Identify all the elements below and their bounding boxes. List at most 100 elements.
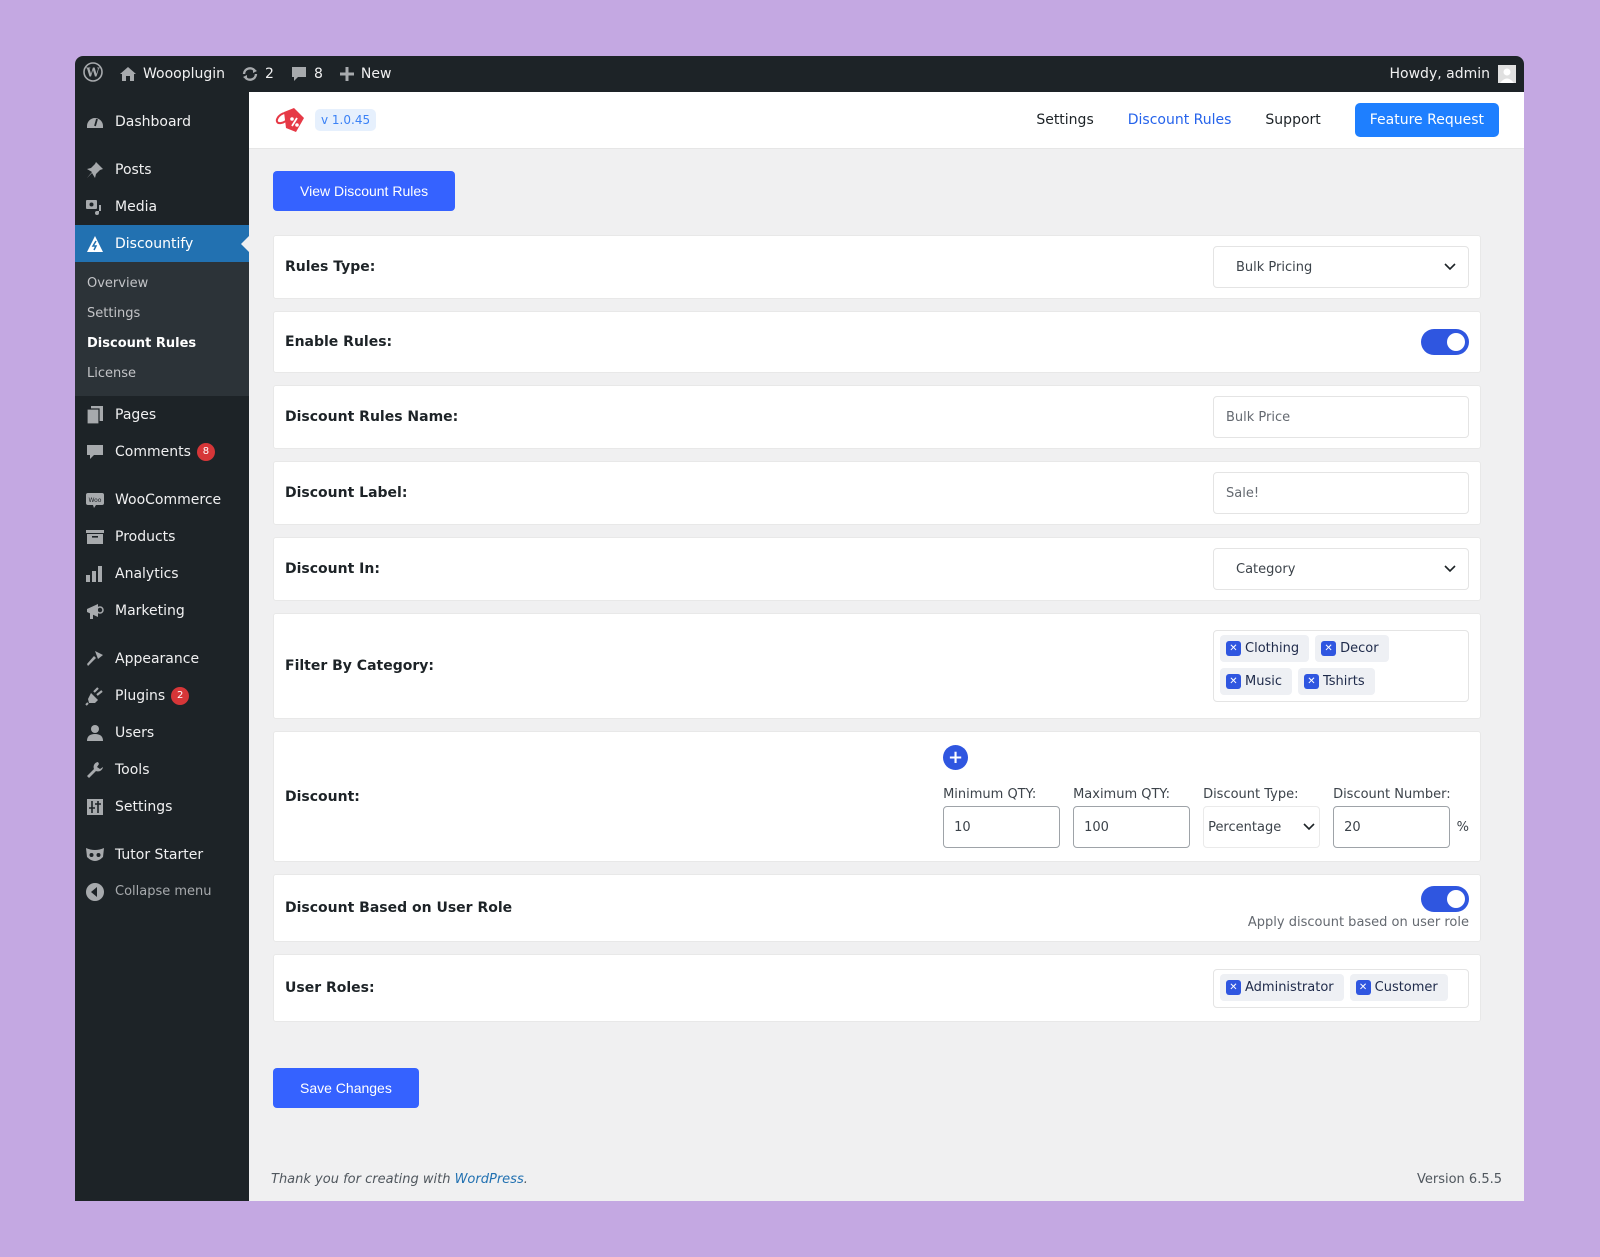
user-role-toggle[interactable] <box>1421 886 1469 912</box>
user-role-toggle-row: Discount Based on User Role Apply discou… <box>273 874 1481 942</box>
admin-bar: W Woooplugin 2 8 New Howdy, admin <box>75 56 1524 92</box>
updates-count: 2 <box>265 66 274 82</box>
collapse-icon <box>85 882 105 902</box>
megaphone-icon <box>85 601 105 621</box>
category-multiselect[interactable]: ✕ Clothing ✕ Decor ✕ Music ✕ Tshirts <box>1213 630 1469 702</box>
discount-type-label: Discount Type: <box>1203 787 1299 802</box>
enable-rules-label: Enable Rules: <box>285 334 393 350</box>
sidebar-item-media[interactable]: Media <box>75 188 249 225</box>
discountify-submenu: Overview Settings Discount Rules License <box>75 262 249 396</box>
tag-label: Administrator <box>1245 979 1334 995</box>
comments-badge: 8 <box>196 442 215 461</box>
sidebar-item-plugins[interactable]: Plugins 2 <box>75 677 249 714</box>
submenu-license[interactable]: License <box>75 359 249 389</box>
my-account[interactable]: Howdy, admin <box>1390 65 1524 83</box>
sidebar-item-users[interactable]: Users <box>75 714 249 751</box>
new-content-link[interactable]: New <box>331 56 400 92</box>
rules-type-label: Rules Type: <box>285 259 376 275</box>
enable-rules-toggle[interactable] <box>1421 329 1469 355</box>
sidebar-item-discountify[interactable]: Discountify <box>75 225 249 262</box>
remove-tag-icon[interactable]: ✕ <box>1226 674 1241 689</box>
sidebar-item-tools[interactable]: Tools <box>75 751 249 788</box>
add-tier-button[interactable]: + <box>943 745 969 770</box>
submenu-overview[interactable]: Overview <box>75 269 249 299</box>
updates-link[interactable]: 2 <box>233 56 282 92</box>
discount-row: Discount: + Minimum QTY: 10 Maximum QTY:… <box>273 731 1481 862</box>
menu-label: Dashboard <box>115 113 191 130</box>
footer-thanks-text: Thank you for creating with <box>271 1172 455 1187</box>
updates-icon <box>241 65 259 83</box>
sidebar-item-analytics[interactable]: Analytics <box>75 555 249 592</box>
comments-count: 8 <box>313 66 323 82</box>
menu-label: Posts <box>115 161 152 178</box>
user-role-toggle-label: Discount Based on User Role <box>285 900 513 916</box>
site-name-link[interactable]: Woooplugin <box>111 56 233 92</box>
woo-icon: Woo <box>85 490 105 510</box>
remove-tag-icon[interactable]: ✕ <box>1355 979 1371 995</box>
sidebar-item-pages[interactable]: Pages <box>75 396 249 433</box>
greeting: Howdy, admin <box>1389 66 1490 82</box>
percent-unit: % <box>1456 820 1469 835</box>
nav-support[interactable]: Support <box>1265 112 1320 128</box>
max-qty-input[interactable]: 100 <box>1073 806 1191 848</box>
menu-label: Comments <box>115 443 191 460</box>
sidebar-item-tutor-starter[interactable]: Tutor Starter <box>75 836 249 873</box>
menu-label: Pages <box>115 406 157 423</box>
chevron-down-icon <box>1444 260 1456 275</box>
remove-tag-icon[interactable]: ✕ <box>1226 641 1241 656</box>
comments-link[interactable]: 8 <box>282 56 331 92</box>
sidebar-item-posts[interactable]: Posts <box>75 151 249 188</box>
nav-discount-rules[interactable]: Discount Rules <box>1128 112 1232 128</box>
min-qty-input[interactable]: 10 <box>943 806 1061 848</box>
remove-tag-icon[interactable]: ✕ <box>1304 674 1319 689</box>
home-icon <box>119 66 137 82</box>
discount-tiers: + Minimum QTY: 10 Maximum QTY: 100 Disco… <box>943 745 1469 848</box>
feature-request-button[interactable]: Feature Request <box>1354 103 1499 137</box>
wordpress-link[interactable]: WordPress <box>455 1172 524 1187</box>
discount-label-input[interactable]: Sale! <box>1213 472 1469 514</box>
collapse-menu-button[interactable]: Collapse menu <box>75 873 249 910</box>
main-content: v 1.0.45 Settings Discount Rules Support… <box>249 92 1524 1201</box>
menu-label: Media <box>115 198 158 215</box>
discountify-logo-icon[interactable] <box>274 104 308 136</box>
tag-label: Decor <box>1340 641 1379 656</box>
user-icon <box>85 723 105 743</box>
menu-label: Appearance <box>115 650 200 667</box>
discount-number-label: Discount Number: <box>1333 787 1451 802</box>
rule-form: View Discount Rules Rules Type: Bulk Pri… <box>249 149 1524 1108</box>
view-discount-rules-button[interactable]: View Discount Rules <box>273 171 456 211</box>
plugin-nav: Settings Discount Rules Support Feature … <box>1002 103 1499 137</box>
sidebar-item-marketing[interactable]: Marketing <box>75 592 249 629</box>
max-qty-field: Maximum QTY: 100 <box>1073 787 1191 848</box>
plugins-badge: 2 <box>171 686 190 705</box>
discount-type-select[interactable]: Percentage <box>1203 806 1321 848</box>
min-qty-label: Minimum QTY: <box>943 787 1037 802</box>
discount-number-input[interactable]: 20 <box>1333 806 1451 848</box>
rules-type-select[interactable]: Bulk Pricing <box>1213 246 1469 288</box>
plugin-header: v 1.0.45 Settings Discount Rules Support… <box>249 92 1524 149</box>
sidebar-item-products[interactable]: Products <box>75 518 249 555</box>
user-roles-multiselect[interactable]: ✕ Administrator ✕ Customer <box>1213 968 1469 1008</box>
remove-tag-icon[interactable]: ✕ <box>1321 641 1337 656</box>
sidebar-item-appearance[interactable]: Appearance <box>75 640 249 677</box>
sidebar-item-dashboard[interactable]: Dashboard <box>75 103 249 140</box>
browser-window: W Woooplugin 2 8 New Howdy, admin Dashbo… <box>75 56 1524 1201</box>
save-changes-button[interactable]: Save Changes <box>273 1068 419 1108</box>
sidebar-item-settings[interactable]: Settings <box>75 788 249 825</box>
wordpress-logo-icon: W <box>83 62 103 86</box>
submenu-discount-rules[interactable]: Discount Rules <box>75 329 249 359</box>
sidebar-item-woocommerce[interactable]: Woo WooCommerce <box>75 481 249 518</box>
submenu-settings[interactable]: Settings <box>75 299 249 329</box>
new-label: New <box>360 66 392 82</box>
sidebar-item-comments[interactable]: Comments 8 <box>75 433 249 470</box>
min-qty-field: Minimum QTY: 10 <box>943 787 1061 848</box>
rules-name-input[interactable]: Bulk Price <box>1213 396 1469 438</box>
remove-tag-icon[interactable]: ✕ <box>1226 979 1241 995</box>
nav-settings[interactable]: Settings <box>1036 112 1093 128</box>
discount-in-select[interactable]: Category <box>1213 548 1469 590</box>
rules-name-row: Discount Rules Name: Bulk Price <box>273 385 1481 449</box>
comment-icon <box>290 65 308 83</box>
admin-sidebar: Dashboard Posts Media Discountify Overvi… <box>75 92 249 1201</box>
role-tag: ✕ Administrator <box>1220 973 1344 1001</box>
wp-logo-button[interactable]: W <box>75 56 111 92</box>
